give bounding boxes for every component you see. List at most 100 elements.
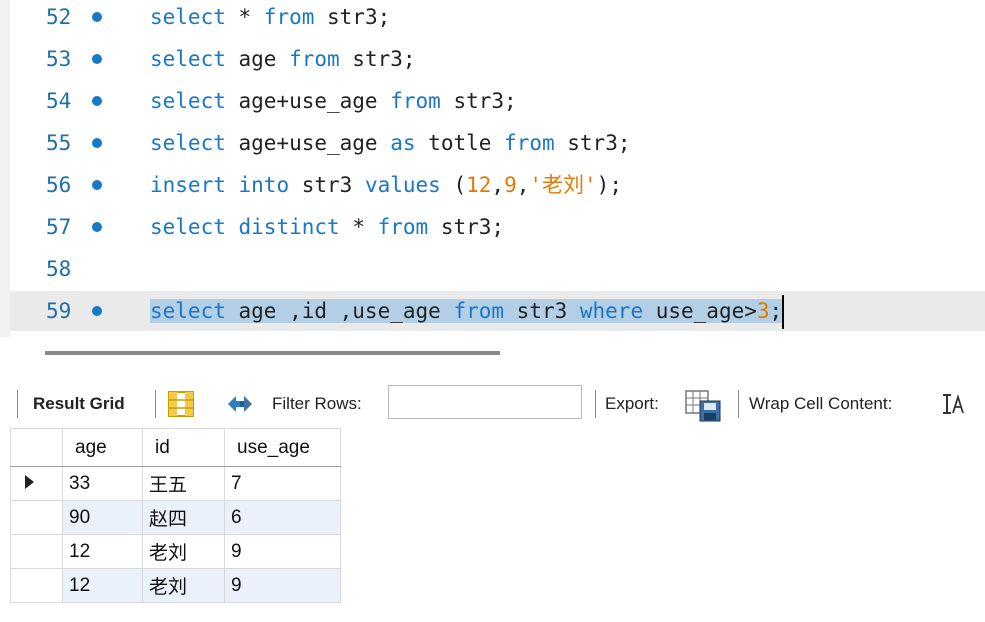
sql-text: ( xyxy=(440,173,467,197)
sql-keyword: from xyxy=(453,299,505,323)
wrap-cell-content-label: Wrap Cell Content: xyxy=(749,394,893,413)
grid-cell-id[interactable]: 老刘 xyxy=(142,534,225,569)
sql-text: age+use_age xyxy=(225,89,391,113)
sql-text: use_age> xyxy=(643,299,757,323)
code-text[interactable]: select age+use_age from str3; xyxy=(150,81,517,121)
grid-header-row: age id use_age xyxy=(10,428,341,467)
code-text[interactable]: select age from str3; xyxy=(150,39,416,79)
sql-literal: 12 xyxy=(466,173,492,197)
table-row[interactable]: 33 王五 7 xyxy=(10,466,341,501)
statement-marker-icon[interactable] xyxy=(92,54,102,64)
grid-cell-use-age[interactable]: 7 xyxy=(224,466,341,501)
line-number: 56 xyxy=(46,173,72,197)
statement-marker-icon[interactable] xyxy=(92,96,102,106)
code-line[interactable]: 56 insert into str3 values (12,9,'老刘'); xyxy=(10,165,985,205)
table-row[interactable]: 90 赵四 6 xyxy=(10,500,341,535)
code-text[interactable]: insert into str3 values (12,9,'老刘'); xyxy=(150,165,622,205)
statement-marker-icon[interactable] xyxy=(92,222,102,232)
sql-keyword: select xyxy=(150,215,226,239)
sql-text: , xyxy=(491,173,505,197)
sql-keyword: as xyxy=(390,131,416,155)
grid-cell-age[interactable]: 33 xyxy=(62,466,143,501)
code-line[interactable]: 58 xyxy=(10,249,985,289)
statement-marker-icon[interactable] xyxy=(92,180,102,190)
sql-text: str3 xyxy=(504,299,580,323)
row-header[interactable] xyxy=(10,500,63,535)
column-header-use-age[interactable]: use_age xyxy=(224,428,341,467)
sql-keyword: where xyxy=(579,299,644,323)
result-grid: age id use_age 33 王五 7 90 赵四 6 12 老刘 9 1… xyxy=(10,428,341,603)
current-row-arrow-icon xyxy=(25,474,34,489)
sql-keyword: distinct xyxy=(238,215,340,239)
code-text[interactable]: select distinct * from str3; xyxy=(150,207,504,247)
row-header[interactable] xyxy=(10,466,63,501)
sql-editor[interactable]: 52 select * from str3; 53 select age from s… xyxy=(0,0,985,337)
filter-rows-input[interactable] xyxy=(388,385,582,419)
grid-cell-id[interactable]: 赵四 xyxy=(142,500,225,535)
line-number: 55 xyxy=(46,131,72,155)
grid-cell-age[interactable]: 12 xyxy=(62,534,143,569)
sql-keyword: select xyxy=(150,89,226,113)
sql-text: age+use_age xyxy=(225,131,391,155)
sql-keyword: from xyxy=(289,47,340,71)
code-line[interactable]: 57 select distinct * from str3; xyxy=(10,207,985,247)
sql-text: totle xyxy=(415,131,505,155)
line-number: 52 xyxy=(46,5,72,29)
refresh-icon[interactable] xyxy=(224,389,256,424)
sql-keyword: select xyxy=(150,47,226,71)
export-label: Export: xyxy=(605,394,659,413)
code-text[interactable]: select age+use_age as totle from str3; xyxy=(150,123,630,163)
toolbar-separator xyxy=(738,390,739,418)
result-grid-tab[interactable]: Result Grid xyxy=(33,394,125,414)
grid-cell-age[interactable]: 12 xyxy=(62,568,143,603)
code-tokens: select distinct * from str3; xyxy=(150,215,504,239)
grid-cell-use-age[interactable]: 6 xyxy=(224,500,341,535)
toolbar-separator xyxy=(17,390,18,418)
grid-cell-use-age[interactable]: 9 xyxy=(224,568,341,603)
sql-text: ; xyxy=(769,299,783,323)
line-number: 53 xyxy=(46,47,72,71)
sql-text: str3; xyxy=(339,47,416,71)
table-row[interactable]: 12 老刘 9 xyxy=(10,534,341,569)
sql-literal: 3 xyxy=(756,299,770,323)
code-line[interactable]: 53 select age from str3; xyxy=(10,39,985,79)
selected-text: select age ,id ,use_age from str3 where … xyxy=(150,299,783,323)
statement-marker-icon[interactable] xyxy=(92,138,102,148)
code-tokens: select age+use_age as totle from str3; xyxy=(150,131,630,155)
result-toolbar: Result Grid Filter Rows: Export: Wrap Ce… xyxy=(0,380,985,428)
table-row[interactable]: 12 老刘 9 xyxy=(10,568,341,603)
sql-editor-pane[interactable]: 52 select * from str3; 53 select age from s… xyxy=(10,0,985,337)
export-icon[interactable] xyxy=(684,389,724,428)
sql-keyword: from xyxy=(377,215,429,239)
sql-text: age ,id ,use_age xyxy=(225,299,454,323)
grid-cell-use-age[interactable]: 9 xyxy=(224,534,341,569)
sql-text: str3; xyxy=(428,215,505,239)
row-header[interactable] xyxy=(10,568,63,603)
code-line[interactable]: 55 select age+use_age as totle from str3; xyxy=(10,123,985,163)
grid-layout-icon[interactable] xyxy=(166,389,196,424)
code-line[interactable]: 52 select * from str3; xyxy=(10,0,985,37)
code-text[interactable]: select * from str3; xyxy=(150,0,390,37)
horizontal-scrollbar[interactable] xyxy=(45,351,500,355)
code-line[interactable]: 54 select age+use_age from str3; xyxy=(10,81,985,121)
wrap-text-icon[interactable] xyxy=(940,389,966,424)
statement-marker-icon[interactable] xyxy=(92,12,102,22)
grid-cell-age[interactable]: 90 xyxy=(62,500,143,535)
toolbar-separator xyxy=(595,390,596,418)
column-header-id[interactable]: id xyxy=(142,428,225,467)
statement-marker-icon[interactable] xyxy=(92,306,102,316)
row-header[interactable] xyxy=(10,534,63,569)
column-header-age[interactable]: age xyxy=(62,428,143,467)
sql-keyword: from xyxy=(390,89,441,113)
line-number: 54 xyxy=(46,89,72,113)
code-line[interactable]: 59 select age ,id ,use_age from str3 wher… xyxy=(10,291,985,331)
line-number: 57 xyxy=(46,215,72,239)
grid-cell-id[interactable]: 王五 xyxy=(142,466,225,501)
grid-cell-id[interactable]: 老刘 xyxy=(142,568,225,603)
sql-literal: '老刘' xyxy=(529,173,597,197)
filter-rows-label: Filter Rows: xyxy=(272,394,362,413)
sql-keyword: from xyxy=(263,5,315,29)
sql-keyword: insert xyxy=(150,173,226,197)
code-text[interactable]: select age ,id ,use_age from str3 where … xyxy=(150,291,785,331)
